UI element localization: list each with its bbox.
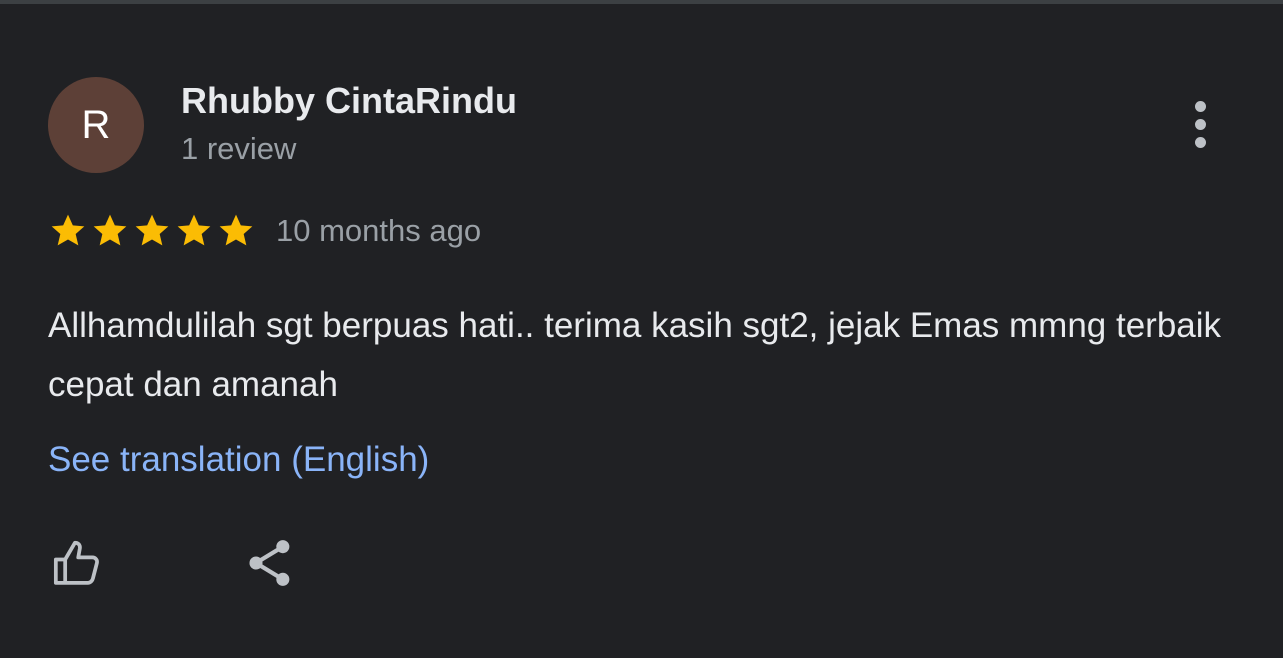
- share-button[interactable]: [240, 533, 300, 593]
- like-button[interactable]: [48, 533, 108, 593]
- more-vert-icon: [1194, 100, 1206, 148]
- review-card: R Rhubby CintaRindu 1 review 10 months a…: [0, 4, 1283, 658]
- more-options-button[interactable]: [1176, 96, 1224, 152]
- author-avatar[interactable]: R: [48, 77, 144, 173]
- review-time: 10 months ago: [276, 213, 482, 248]
- see-translation-link[interactable]: See translation (English): [48, 440, 429, 480]
- star-icon: [132, 211, 172, 251]
- star-icon: [48, 211, 88, 251]
- rating-row: 10 months ago: [48, 209, 481, 253]
- star-icon: [174, 211, 214, 251]
- author-review-count: 1 review: [181, 131, 297, 166]
- thumb-up-icon: [53, 540, 99, 585]
- share-icon: [249, 540, 290, 586]
- star-icon: [216, 211, 256, 251]
- star-rating: [48, 211, 258, 251]
- star-icon: [90, 211, 130, 251]
- avatar-initial: R: [81, 102, 111, 147]
- review-text: Allhamdulilah sgt berpuas hati.. terima …: [48, 306, 1222, 404]
- author-name[interactable]: Rhubby CintaRindu: [181, 80, 517, 122]
